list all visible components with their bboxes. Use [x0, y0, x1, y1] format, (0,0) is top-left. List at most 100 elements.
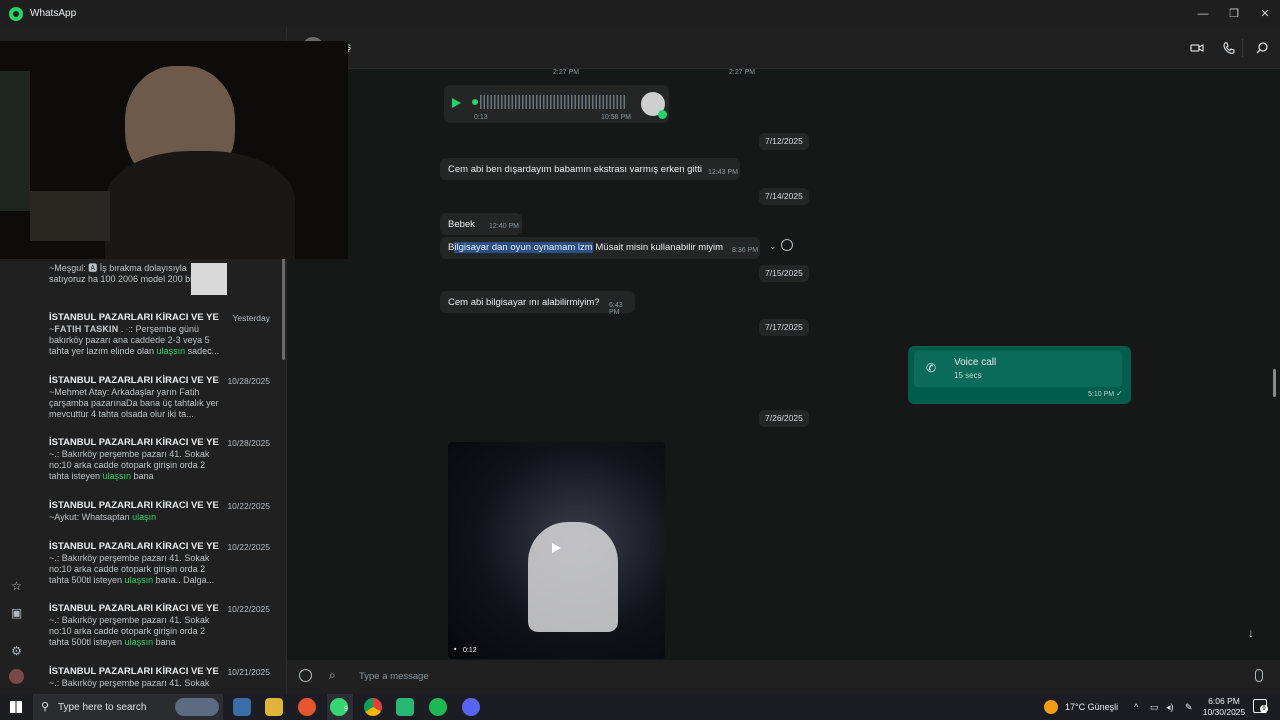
- voice-call-icon[interactable]: [1222, 41, 1236, 55]
- windows-start-icon[interactable]: [10, 701, 22, 713]
- incoming-message: Cem abi bilgisayar ını alabilirmiyim? 6:…: [440, 291, 635, 316]
- chat-name: İSTANBUL PAZARLARI KİRACI VE YER...: [49, 437, 219, 448]
- microphone-icon[interactable]: [1255, 669, 1263, 682]
- chat-preview: ~.: Bakırköy perşembe pazarı 41. Sokak n…: [49, 615, 210, 647]
- chat-list-item[interactable]: İSTANBUL PAZARLARI KİRACI VE YER... 10/2…: [33, 541, 278, 603]
- chat-date: 10/22/2025: [227, 604, 270, 614]
- message-input[interactable]: Type a message: [359, 671, 429, 682]
- message-time: 6:43 PM: [609, 302, 623, 316]
- brave-icon[interactable]: [298, 698, 316, 716]
- task-view-icon[interactable]: [233, 698, 251, 716]
- spotify-icon[interactable]: [429, 698, 447, 716]
- video-message[interactable]: ▪ 0:12: [448, 442, 665, 659]
- message-time: 12:40 PM: [489, 223, 519, 230]
- restore-button[interactable]: ❐: [1218, 0, 1250, 27]
- incoming-message: Cem abi ben dışardayım babamın ekstrası …: [440, 158, 740, 180]
- chat-date: 10/22/2025: [227, 501, 270, 511]
- chrome-icon[interactable]: [364, 698, 382, 716]
- phone-icon: ✆: [926, 361, 937, 375]
- voice-progress-dot[interactable]: [472, 99, 478, 105]
- message-time: 2:27 PM: [729, 69, 756, 76]
- date-separator: 7/17/2025: [759, 319, 809, 336]
- profile-avatar[interactable]: [9, 669, 24, 684]
- chat-name: İSTANBUL PAZARLARI KİRACI VE YER...: [49, 666, 219, 677]
- volume-icon[interactable]: ◂): [1166, 694, 1174, 720]
- date-separator: 7/12/2025: [759, 133, 809, 150]
- chat-header: ş: [287, 27, 1280, 69]
- notification-center-icon[interactable]: 9: [1253, 699, 1268, 713]
- chat-scrollbar[interactable]: [1273, 369, 1276, 397]
- search-icon: ⚲: [41, 701, 50, 713]
- outgoing-call-message[interactable]: ✆ Voice call 15 secs 5:10 PM ✓: [908, 346, 1131, 404]
- webcam-keyboard: [30, 191, 110, 241]
- archive-icon[interactable]: ▣: [9, 606, 24, 621]
- play-icon[interactable]: [452, 98, 461, 108]
- date-separator: 7/14/2025: [759, 188, 809, 205]
- minimize-button[interactable]: —: [1187, 0, 1219, 27]
- weather-text[interactable]: 17°C Güneşli: [1065, 694, 1118, 720]
- chat-list-item[interactable]: İSTANBUL PAZARLARI KİRACI VE YER... 10/2…: [33, 375, 278, 437]
- play-icon[interactable]: [552, 543, 561, 553]
- emoji-icon[interactable]: [299, 669, 312, 682]
- date-separator: 7/15/2025: [759, 265, 809, 282]
- chat-date: 10/28/2025: [227, 438, 270, 448]
- search-highlight-icon: [175, 698, 219, 716]
- call-card: ✆ Voice call 15 secs: [914, 351, 1122, 387]
- incoming-message: Bilgisayar dan oyun oynamam lzm Müsait m…: [440, 237, 760, 259]
- react-emoji-icon[interactable]: [781, 239, 793, 251]
- conversation-panel: 2:27 PM 2:27 PM 0:13 10:58 PM 7/12/2025 …: [287, 69, 1280, 660]
- chat-preview: ~.: Bakırköy perşembe pazarı 41. Sokak n…: [49, 553, 215, 585]
- header-divider: [1242, 39, 1243, 57]
- video-duration: 0:12: [463, 647, 477, 654]
- chat-date: 10/21/2025: [227, 667, 270, 677]
- message-text: Bilgisayar dan oyun oynamam lzm Müsait m…: [448, 242, 724, 253]
- chat-preview: ~.: Bakırköy perşembe pazarı 41. Sokak: [49, 678, 210, 688]
- active-app-highlight: [327, 694, 353, 720]
- clock-time: 6:06 PM: [1208, 696, 1240, 706]
- message-time: 2:27 PM: [553, 69, 580, 76]
- chat-list-item[interactable]: İSTANBUL PAZARLARI KİRACI VE YER... 10/2…: [33, 437, 278, 499]
- message-text: Bebek: [448, 219, 475, 230]
- chat-list-item[interactable]: İSTANBUL PAZARLARI KİRACI VE YER S... Ye…: [33, 312, 278, 374]
- pen-icon[interactable]: ✎: [1185, 694, 1193, 720]
- chat-list-item[interactable]: İSTANBUL PAZARLARI KİRACI VE YER... 10/2…: [33, 500, 278, 540]
- clock[interactable]: 6:06 PM 10/30/2025: [1200, 696, 1248, 720]
- tray-expand-icon[interactable]: ^: [1134, 694, 1138, 720]
- voice-time: 10:58 PM: [601, 114, 631, 121]
- message-text: Cem abi ben dışardayım babamın ekstrası …: [448, 164, 702, 175]
- video-camera-icon: ▪: [454, 646, 457, 653]
- webcam-overlay: [0, 41, 348, 259]
- whatsapp-logo-icon: [9, 6, 23, 21]
- scroll-down-icon[interactable]: ↓: [1248, 626, 1254, 640]
- settings-gear-icon[interactable]: ⚙: [9, 644, 24, 659]
- voice-message: 0:13 10:58 PM: [444, 85, 669, 123]
- video-call-icon[interactable]: [1190, 41, 1204, 55]
- chat-list-item[interactable]: İSTANBUL PAZARLARI KİRACI VE YER... 10/2…: [33, 666, 278, 694]
- app-icon[interactable]: [396, 698, 414, 716]
- call-duration: 15 secs: [954, 371, 982, 380]
- message-text: Cem abi bilgisayar ını alabilirmiyim?: [448, 297, 600, 308]
- attach-icon[interactable]: ⌕: [329, 668, 336, 683]
- clock-date: 10/30/2025: [1202, 707, 1246, 717]
- chat-name: İSTANBUL PAZARLARI KİRACI VE YER...: [49, 375, 219, 386]
- chat-name: İSTANBUL PAZARLARI KİRACI VE YER...: [49, 541, 219, 552]
- close-button[interactable]: ✕: [1249, 0, 1280, 27]
- discord-icon[interactable]: [462, 698, 480, 716]
- taskbar-search[interactable]: ⚲ Type here to search: [33, 694, 223, 720]
- network-icon[interactable]: ▭: [1150, 694, 1159, 720]
- message-time: 12:43 PM: [708, 169, 738, 176]
- webcam-shirt: [105, 151, 295, 259]
- chat-list-item[interactable]: İSTANBUL PAZARLARI KİRACI VE YER... 10/2…: [33, 603, 278, 665]
- message-time: 8:36 PM: [732, 247, 759, 254]
- voice-duration: 0:13: [474, 114, 488, 121]
- call-title: Voice call: [954, 357, 997, 368]
- search-icon[interactable]: [1255, 41, 1269, 55]
- starred-icon[interactable]: ☆: [9, 579, 24, 594]
- chat-date: 10/28/2025: [227, 376, 270, 386]
- read-check-icon: ✓: [1116, 389, 1123, 398]
- chevron-down-icon[interactable]: ⌄: [769, 241, 777, 252]
- incoming-message: Bebek 12:40 PM: [440, 213, 522, 235]
- chat-preview: ~.: Bakırköy perşembe pazarı 41. Sokak n…: [49, 449, 210, 481]
- selected-text: ilgisayar dan oyun oynamam lzm: [454, 242, 593, 253]
- file-explorer-icon[interactable]: [265, 698, 283, 716]
